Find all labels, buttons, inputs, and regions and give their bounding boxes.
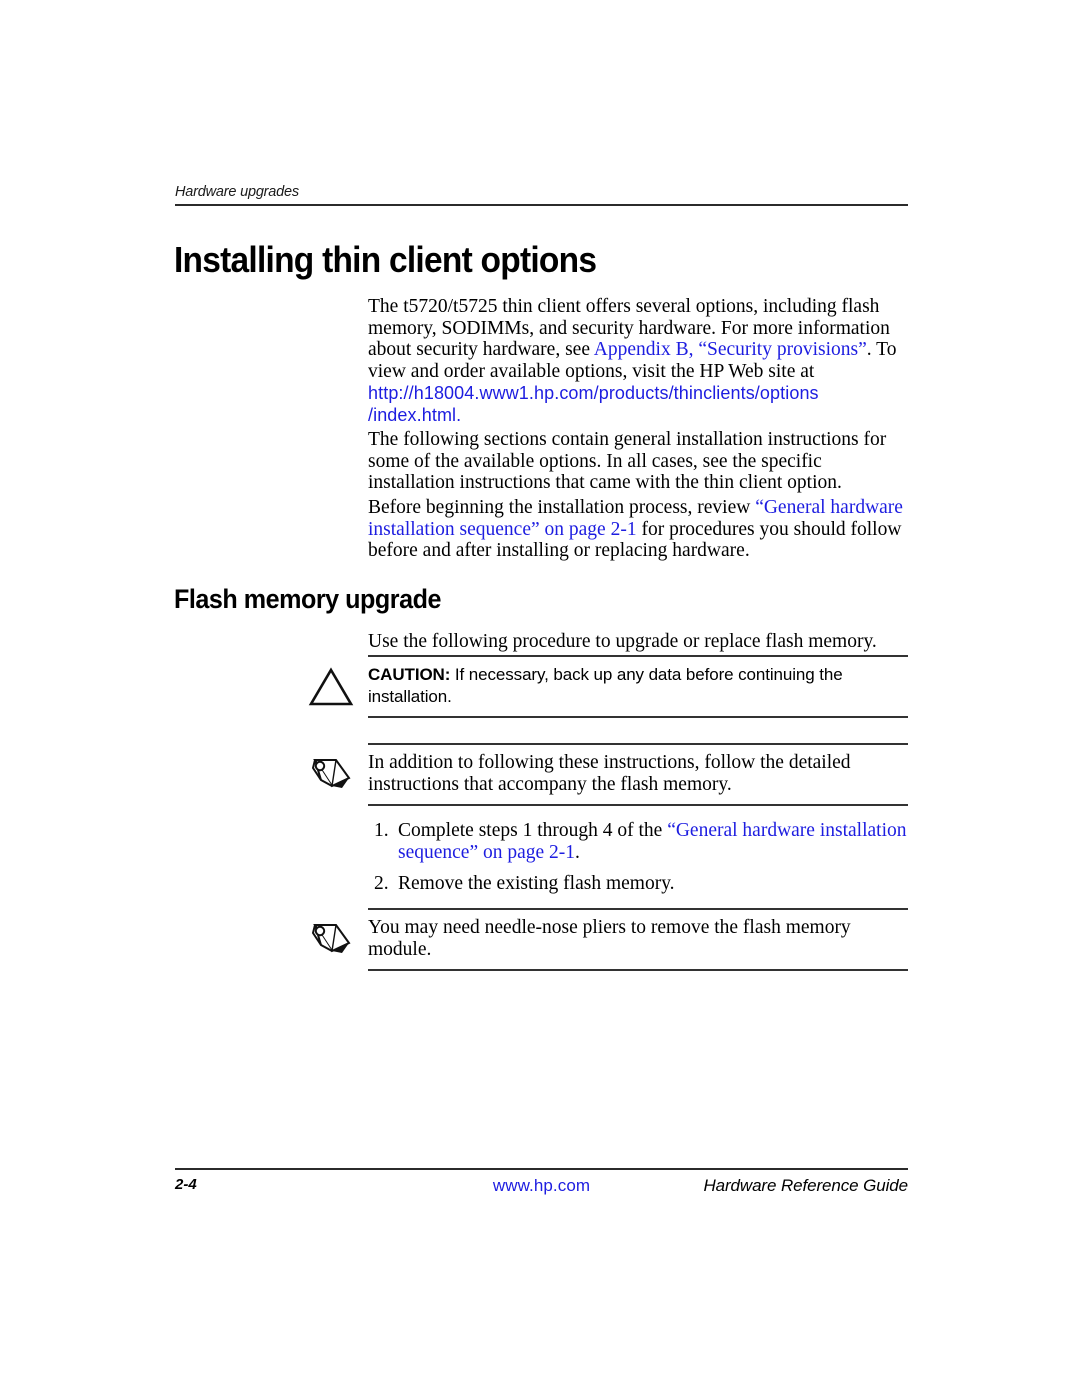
note-pencil-icon xyxy=(308,917,368,961)
intro-text-part3: . xyxy=(456,404,462,425)
caution-body: CAUTION: If necessary, back up any data … xyxy=(308,657,908,716)
document-page: Hardware upgrades Installing thin client… xyxy=(0,0,1080,1397)
step-text-part1: Complete steps 1 through 4 of the xyxy=(398,820,668,841)
caution-bottom-rule xyxy=(368,716,908,718)
note-callout-1: In addition to following these instructi… xyxy=(308,743,908,806)
step-number: 2. xyxy=(374,873,389,895)
running-header: Hardware upgrades xyxy=(175,183,908,206)
page-footer: 2-4 www.hp.com Hardware Reference Guide xyxy=(175,1168,908,1206)
intro-paragraph-block: The t5720/t5725 thin client offers sever… xyxy=(368,296,908,426)
flash-memory-steps: 1. Complete steps 1 through 4 of the “Gen… xyxy=(374,820,908,905)
list-item: 2. Remove the existing flash memory. xyxy=(374,873,908,895)
footer-rule xyxy=(175,1168,908,1170)
guide-title: Hardware Reference Guide xyxy=(703,1176,908,1195)
before-paragraph-block: Before beginning the installation proces… xyxy=(368,497,908,562)
flash-intro-block: Use the following procedure to upgrade o… xyxy=(368,631,908,653)
flash-intro-paragraph: Use the following procedure to upgrade o… xyxy=(368,631,877,652)
caution-text: CAUTION: If necessary, back up any data … xyxy=(368,664,908,708)
step-number: 1. xyxy=(374,820,389,841)
before-paragraph: Before beginning the installation proces… xyxy=(368,497,908,562)
caution-callout: CAUTION: If necessary, back up any data … xyxy=(308,655,908,718)
footer-row: 2-4 www.hp.com Hardware Reference Guide xyxy=(175,1176,908,1206)
header-rule xyxy=(175,204,908,206)
list-item: 1. Complete steps 1 through 4 of the “Gen… xyxy=(374,820,908,863)
caution-text-wrap: CAUTION: If necessary, back up any data … xyxy=(368,664,908,708)
note2-text-wrap: You may need needle-nose pliers to remov… xyxy=(368,917,908,960)
page-title: Installing thin client options xyxy=(174,239,597,280)
section-title-flash-memory: Flash memory upgrade xyxy=(174,584,441,614)
before-text-part1: Before beginning the installation proces… xyxy=(368,497,756,518)
appendix-b-link[interactable]: Appendix B, “Security provisions” xyxy=(594,339,867,360)
step-text-part2: . xyxy=(575,841,580,863)
note-pencil-icon xyxy=(308,752,368,796)
note1-body: In addition to following these instructi… xyxy=(308,745,908,804)
note-callout-2: You may need needle-nose pliers to remov… xyxy=(308,908,908,971)
note1-bottom-rule xyxy=(368,804,908,806)
caution-label: CAUTION: xyxy=(368,665,451,684)
hp-options-url-link-continued[interactable]: /index.html xyxy=(368,405,456,425)
note2-text: You may need needle-nose pliers to remov… xyxy=(368,917,851,960)
note1-text: In addition to following these instructi… xyxy=(368,752,851,795)
sections-paragraph-block: The following sections contain general i… xyxy=(368,429,908,494)
caution-triangle-icon xyxy=(308,664,368,708)
sections-paragraph: The following sections contain general i… xyxy=(368,429,887,494)
intro-paragraph: The t5720/t5725 thin client offers sever… xyxy=(368,296,908,426)
step-text-part1: Remove the existing flash memory. xyxy=(398,873,675,895)
note2-bottom-rule xyxy=(368,969,908,971)
note2-body: You may need needle-nose pliers to remov… xyxy=(308,910,908,969)
hp-options-url-link[interactable]: http://h18004.www1.hp.com/products/thinc… xyxy=(368,383,819,403)
running-header-title: Hardware upgrades xyxy=(175,184,299,200)
note1-text-wrap: In addition to following these instructi… xyxy=(368,752,908,795)
